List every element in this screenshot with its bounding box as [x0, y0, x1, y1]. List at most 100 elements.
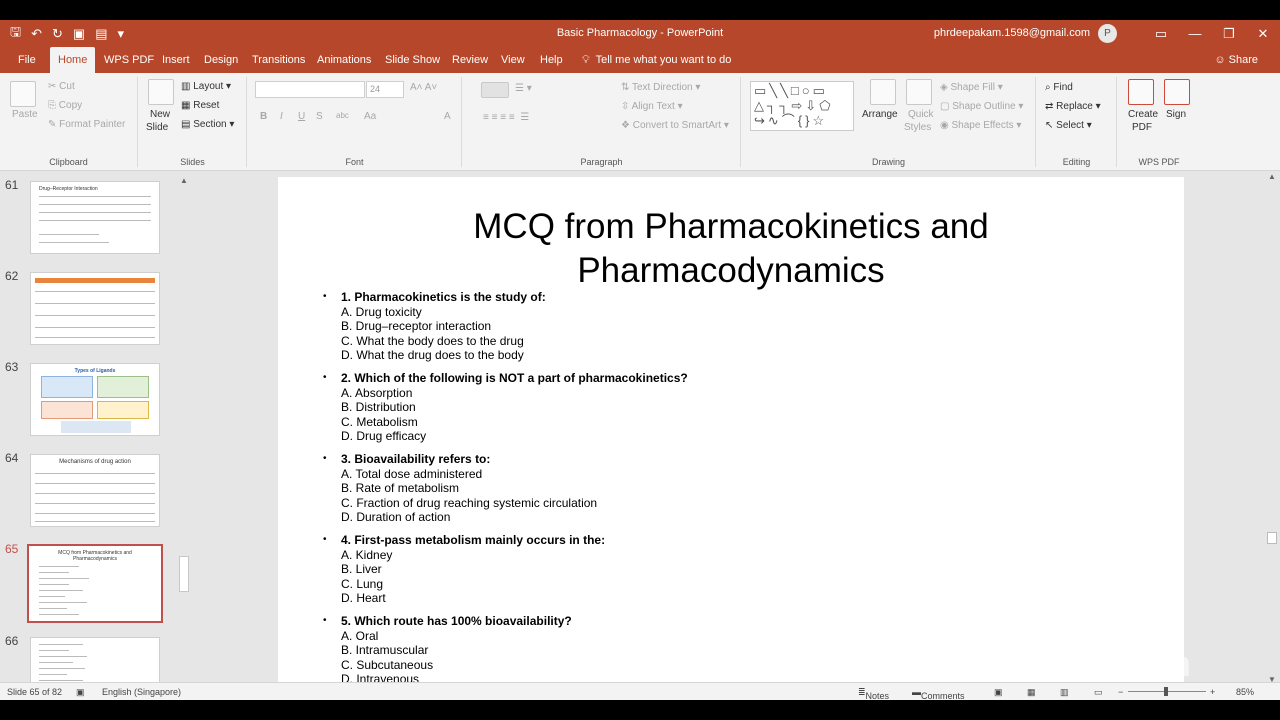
status-bar: Slide 65 of 82 ▣ English (Singapore) ≣ N… — [0, 682, 1280, 700]
create-pdf-button[interactable]: Create — [1128, 109, 1158, 120]
tab-animations[interactable]: Animations — [309, 47, 379, 73]
slideshow-view-icon[interactable]: ▭ — [1094, 687, 1103, 698]
notes-button[interactable]: ≣ Notes — [858, 687, 889, 700]
tell-me-search[interactable]: 💡︎ Tell me what you want to do — [582, 47, 731, 73]
reset-button[interactable]: ▦ Reset — [181, 100, 219, 111]
align-icons[interactable]: ≡ ≡ ≡ ≡ ☰ — [483, 112, 529, 123]
slides-label: Slides — [180, 157, 205, 167]
arrange-button[interactable]: Arrange — [862, 109, 898, 120]
tab-view[interactable]: View — [493, 47, 533, 73]
align-text-button[interactable]: ⇳ Align Text ▾ — [621, 101, 683, 112]
bullets-icon[interactable] — [481, 82, 509, 98]
smartart-button[interactable]: ❖ Convert to SmartArt ▾ — [621, 120, 729, 131]
shape-effects-button[interactable]: ◉ Shape Effects ▾ — [940, 120, 1021, 131]
font-name-field[interactable] — [255, 81, 365, 98]
question-text: 1. Pharmacokinetics is the study of: — [341, 290, 546, 304]
font-size-field[interactable]: 24 — [366, 81, 404, 98]
zoom-out-icon[interactable]: − — [1118, 687, 1123, 697]
slide-title[interactable]: MCQ from Pharmacokinetics and Pharmacody… — [428, 205, 1034, 293]
italic-button[interactable]: I — [280, 111, 283, 122]
share-button[interactable]: ☺ Share — [1214, 47, 1258, 73]
create-pdf-button-2[interactable]: PDF — [1132, 122, 1152, 133]
slide-thumbnail[interactable]: Mechanisms of drug action — [30, 454, 160, 527]
zoom-level[interactable]: 85% — [1236, 687, 1254, 697]
thumbnails-scrollbar[interactable]: ▲ ▼ — [178, 176, 190, 696]
copy-button[interactable]: ⎘ Copy — [48, 100, 82, 111]
tab-home[interactable]: Home — [50, 47, 96, 73]
scroll-up-icon[interactable]: ▲ — [1268, 172, 1276, 181]
tab-insert[interactable]: Insert — [154, 47, 198, 73]
thumb-line — [39, 572, 69, 573]
find-button[interactable]: ⌕ Find — [1045, 82, 1073, 93]
comments-button[interactable]: ▬ Comments — [912, 687, 965, 700]
accessibility-icon[interactable]: ▣ — [76, 687, 85, 698]
slide-thumbnail[interactable]: Drug–Receptor Interaction — [30, 181, 160, 254]
restore-icon[interactable]: ❐ — [1212, 20, 1246, 47]
grow-font-icon[interactable]: A˄ A˅ — [410, 82, 437, 93]
layout-button[interactable]: ▥ Layout ▾ — [181, 81, 231, 92]
question-list[interactable]: • 1. Pharmacokinetics is the study of: A… — [323, 290, 1023, 687]
cut-label: Cut — [59, 81, 75, 92]
tab-review[interactable]: Review — [444, 47, 496, 73]
numbering-icon[interactable]: ☰ ▾ — [515, 83, 532, 94]
font-color-icon[interactable]: A — [444, 111, 451, 122]
cut-button[interactable]: ✂ Cut — [48, 81, 75, 92]
thumb-line — [39, 608, 67, 609]
new-slide-button-2[interactable]: Slide — [146, 122, 168, 133]
slide-thumbnail-active[interactable]: MCQ from Pharmacokinetics and Pharmacody… — [27, 544, 163, 623]
minimize-icon[interactable]: — — [1178, 20, 1212, 47]
reading-view-icon[interactable]: ▥ — [1060, 687, 1069, 698]
slide-scrollbar[interactable]: ▲ ▼ — [1266, 172, 1278, 684]
scroll-up-icon[interactable]: ▲ — [180, 176, 188, 185]
scrollbar-thumb[interactable] — [1267, 532, 1277, 544]
account-email[interactable]: phrdeepakam.1598@gmail.com — [934, 27, 1090, 39]
paste-button[interactable]: Paste — [12, 109, 38, 120]
slide-editor: MCQ from Pharmacokinetics and Pharmacody… — [194, 172, 1266, 690]
character-spacing-button[interactable]: abc — [336, 111, 349, 120]
tab-help[interactable]: Help — [532, 47, 571, 73]
zoom-slider-thumb[interactable] — [1164, 687, 1168, 696]
thumb-line — [39, 196, 151, 197]
tab-transitions[interactable]: Transitions — [244, 47, 313, 73]
current-slide[interactable]: MCQ from Pharmacokinetics and Pharmacody… — [278, 177, 1184, 687]
format-painter-button[interactable]: ✎ Format Painter — [48, 119, 125, 130]
scrollbar-thumb[interactable] — [179, 556, 189, 592]
shape-fill-label: Shape Fill — [950, 82, 995, 93]
shapes-gallery[interactable]: ▭╲╲□○▭ △┐┐⇨⇩⬠ ↪∿⌒{}☆ — [750, 81, 854, 131]
text-direction-button[interactable]: ⇅ Text Direction ▾ — [621, 82, 700, 93]
shape-fill-button[interactable]: ◈ Shape Fill ▾ — [940, 82, 1003, 93]
quick-styles-button[interactable]: Quick — [908, 109, 934, 120]
zoom-in-icon[interactable]: + — [1210, 687, 1215, 697]
tab-file[interactable]: File — [10, 47, 44, 73]
replace-button[interactable]: ⇄ Replace ▾ — [1045, 101, 1101, 112]
underline-button[interactable]: U — [298, 111, 305, 122]
font-label: Font — [345, 157, 364, 167]
slide-thumbnail[interactable] — [30, 272, 160, 345]
strikethrough-button[interactable]: S — [316, 111, 323, 122]
question-item: • 1. Pharmacokinetics is the study of: A… — [323, 290, 1023, 363]
normal-view-icon[interactable]: ▣ — [994, 687, 1003, 698]
ribbon-display-icon[interactable]: ▭ — [1144, 20, 1178, 47]
tab-wps-pdf[interactable]: WPS PDF — [96, 47, 162, 73]
change-case-button[interactable]: Aa — [364, 111, 376, 122]
thumb-title: Types of Ligands — [74, 368, 116, 374]
paragraph-group: ☰ ▾ ≡ ≡ ≡ ≡ ☰ ⇅ Text Direction ▾ ⇳ Align… — [463, 77, 741, 167]
shape-outline-button[interactable]: ▢ Shape Outline ▾ — [940, 101, 1023, 112]
close-icon[interactable]: ✕ — [1246, 20, 1280, 47]
avatar[interactable]: P — [1098, 24, 1117, 43]
slide-thumbnail[interactable]: Types of Ligands — [30, 363, 160, 436]
sign-button[interactable]: Sign — [1166, 109, 1186, 120]
bold-button[interactable]: B — [260, 111, 267, 122]
editing-group: ⌕ Find ⇄ Replace ▾ ↖ Select ▾ Editing — [1037, 77, 1117, 167]
editing-label: Editing — [1062, 157, 1091, 167]
language-indicator[interactable]: English (Singapore) — [102, 687, 181, 697]
tab-slide-show[interactable]: Slide Show — [377, 47, 448, 73]
window-controls: ▭ — ❐ ✕ — [1144, 20, 1280, 47]
option: D. Duration of action — [341, 510, 451, 524]
tab-design[interactable]: Design — [196, 47, 246, 73]
select-button[interactable]: ↖ Select ▾ — [1045, 120, 1092, 131]
section-button[interactable]: ▤ Section ▾ — [181, 119, 234, 130]
new-slide-button[interactable]: New — [150, 109, 170, 120]
quick-styles-button-2[interactable]: Styles — [904, 122, 931, 133]
slide-sorter-icon[interactable]: ▦ — [1027, 687, 1036, 698]
